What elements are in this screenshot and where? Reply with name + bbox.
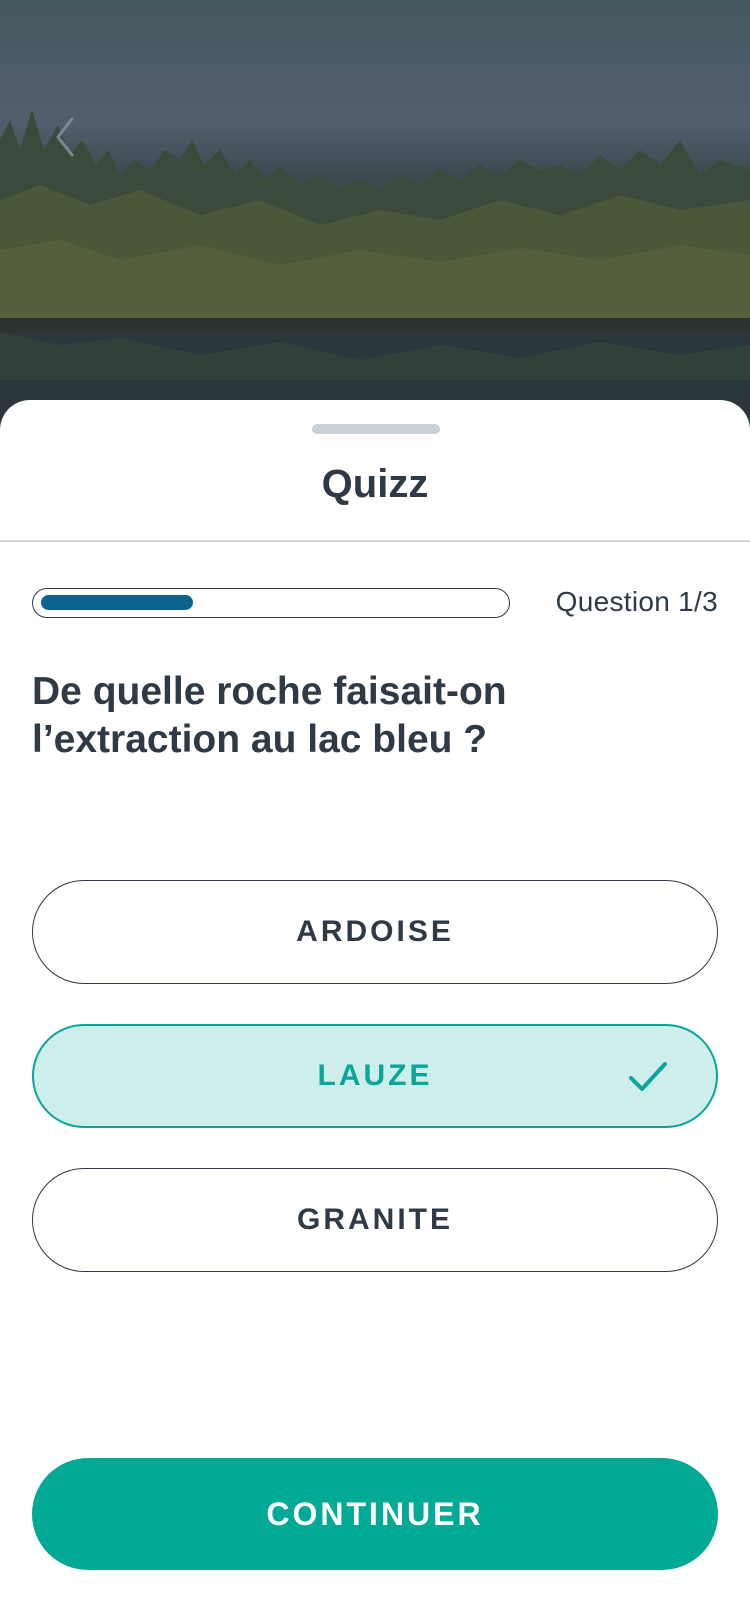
answer-option-granite[interactable]: GRANITE (32, 1168, 718, 1272)
quiz-screen: Quizz Question 1/3 De quelle roche faisa… (0, 0, 750, 1624)
answer-list: ARDOISE LAUZE GRANITE (32, 880, 718, 1312)
question-text: De quelle roche faisait-on l’extraction … (32, 670, 507, 761)
checkmark-icon (629, 1062, 667, 1091)
divider (0, 540, 750, 542)
continue-button[interactable]: CONTINUER (32, 1458, 718, 1570)
background-photo (0, 0, 750, 440)
continue-label: CONTINUER (266, 1495, 484, 1532)
progress-fill (41, 595, 193, 610)
answer-option-lauze[interactable]: LAUZE (32, 1024, 718, 1128)
landscape-illustration (0, 110, 750, 440)
answer-label: GRANITE (297, 1203, 453, 1236)
answer-option-ardoise[interactable]: ARDOISE (32, 880, 718, 984)
answer-label: ARDOISE (296, 915, 454, 948)
answer-label: LAUZE (317, 1059, 433, 1092)
sheet-title: Quizz (321, 462, 429, 506)
quiz-progress-bar (32, 588, 510, 618)
drag-handle[interactable] (312, 424, 440, 434)
quiz-bottom-sheet: Quizz Question 1/3 De quelle roche faisa… (0, 400, 750, 1624)
chevron-left-icon[interactable] (50, 115, 80, 159)
progress-label: Question 1/3 (555, 586, 718, 617)
